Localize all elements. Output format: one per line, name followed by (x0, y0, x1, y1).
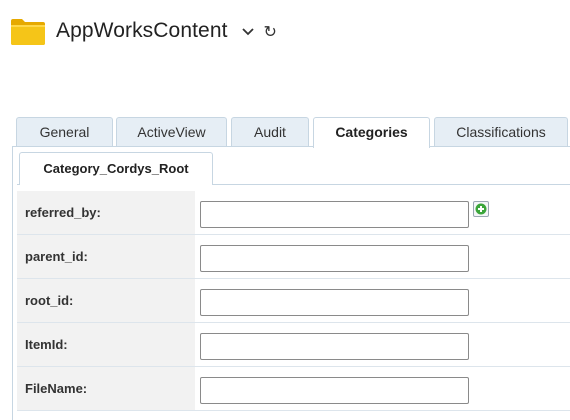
tab-audit[interactable]: Audit (231, 117, 309, 146)
tab-activeview[interactable]: ActiveView (116, 117, 227, 146)
page-title: AppWorksContent (56, 19, 228, 42)
form-row-itemid: ItemId: (17, 323, 570, 367)
tab-categories[interactable]: Categories (313, 117, 430, 148)
parent-id-input[interactable] (200, 245, 469, 272)
form-row-parent-id: parent_id: (17, 235, 570, 279)
field-label: parent_id: (17, 235, 195, 278)
header: AppWorksContent ↻ (10, 14, 277, 48)
form-row-referred-by: referred_by: (17, 191, 570, 235)
field-label: ItemId: (17, 323, 195, 366)
add-referred-by-button[interactable] (473, 201, 489, 217)
field-label: FileName: (17, 367, 195, 410)
tab-general[interactable]: General (16, 117, 113, 146)
form-row-filename: FileName: (17, 367, 570, 411)
root-id-input[interactable] (200, 289, 469, 316)
referred-by-input[interactable] (200, 201, 469, 228)
tab-classifications[interactable]: Classifications (434, 117, 568, 146)
category-form: referred_by: parent_id: root_id: ItemId:… (17, 191, 570, 411)
form-row-root-id: root_id: (17, 279, 570, 323)
filename-input[interactable] (200, 377, 469, 404)
field-label: root_id: (17, 279, 195, 322)
field-label: referred_by: (17, 191, 195, 234)
plus-icon (475, 203, 487, 215)
refresh-icon[interactable]: ↻ (264, 24, 277, 41)
subtab-category-cordys-root[interactable]: Category_Cordys_Root (19, 152, 213, 185)
folder-icon (10, 16, 46, 46)
itemid-input[interactable] (200, 333, 469, 360)
chevron-down-icon[interactable] (240, 23, 256, 39)
page-root: AppWorksContent ↻ General ActiveView Aud… (0, 0, 570, 420)
tab-bar: General ActiveView Audit Categories Clas… (16, 117, 570, 148)
